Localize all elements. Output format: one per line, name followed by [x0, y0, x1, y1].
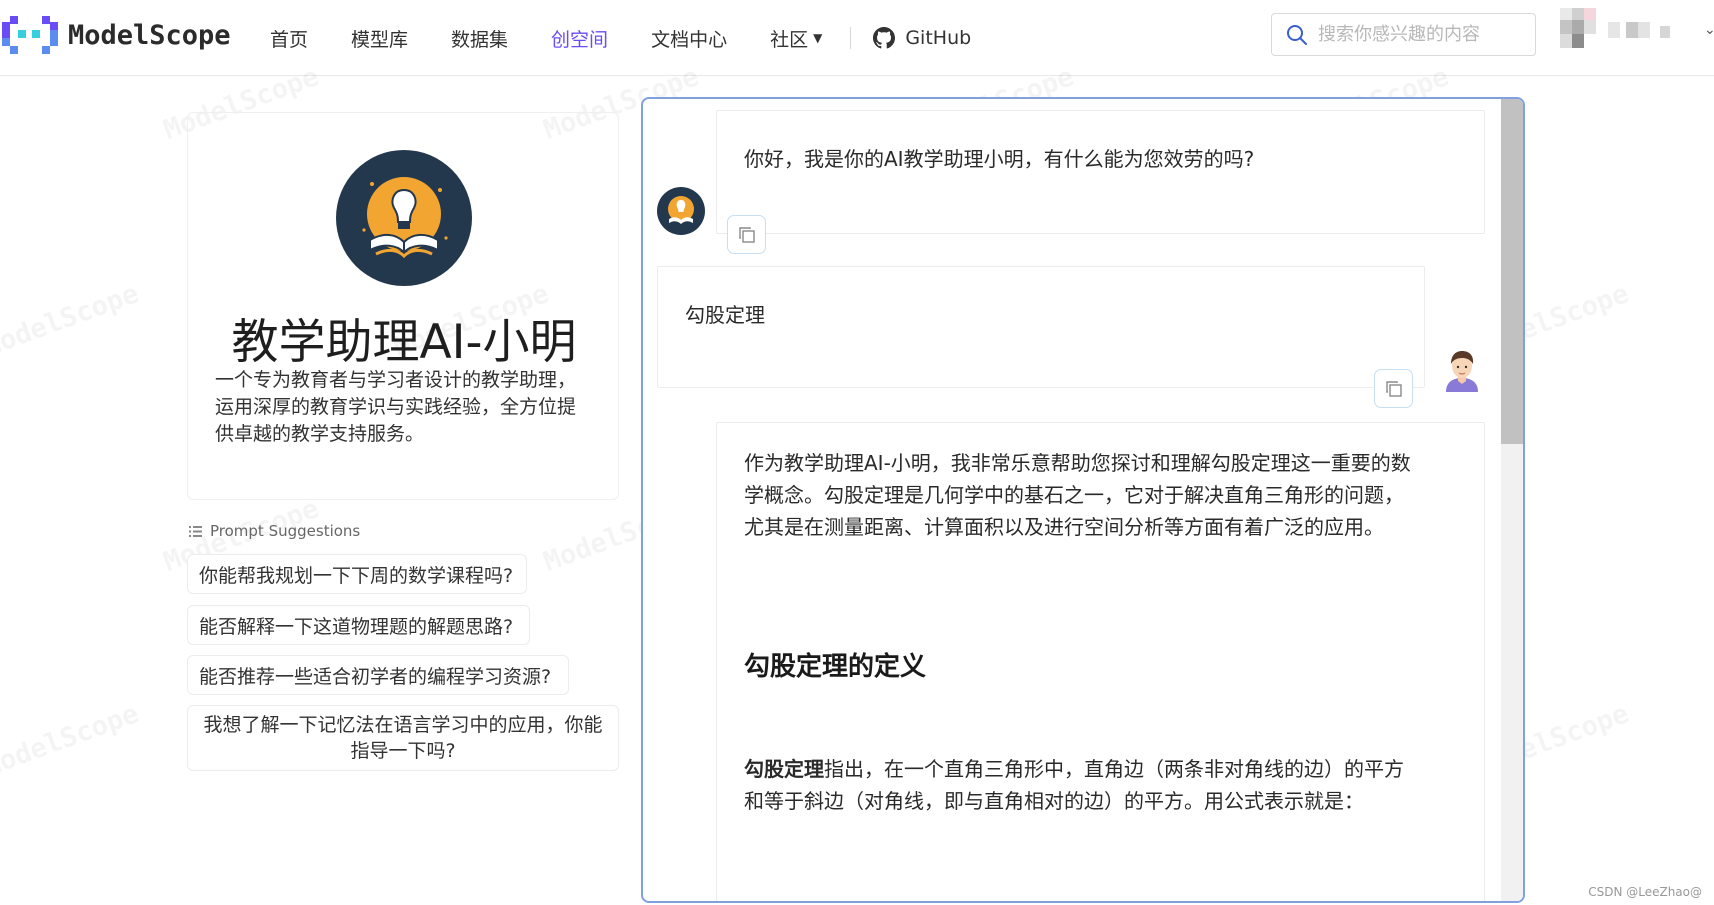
assistant-title: 教学助理AI-小明 — [231, 315, 577, 370]
list-icon — [189, 525, 202, 537]
prompt-suggestion-chip[interactable]: 能否推荐一些适合初学者的编程学习资源? — [187, 655, 569, 695]
copy-button[interactable] — [727, 215, 766, 254]
nav-datasets[interactable]: 数据集 — [451, 25, 508, 52]
bot-reply-intro: 作为教学助理AI-小明，我非常乐意帮助您探讨和理解勾股定理这一重要的数学概念。勾… — [744, 451, 1411, 539]
prompt-suggestion-chip[interactable]: 我想了解一下记忆法在语言学习中的应用，你能指导一下吗? — [187, 705, 619, 771]
chat-panel[interactable]: 你好，我是你的AI教学助理小明，有什么能为您效劳的吗? 勾股定理 作为教学助理A… — [641, 97, 1525, 903]
nav-home[interactable]: 首页 — [270, 25, 308, 52]
github-icon — [873, 27, 896, 49]
nav-docs[interactable]: 文档中心 — [651, 25, 727, 52]
watermark: ModelScope — [0, 278, 143, 363]
copy-icon — [738, 226, 755, 243]
bot-reply-definition-term: 勾股定理 — [744, 757, 824, 781]
bot-reply-definition-text: 指出，在一个直角三角形中，直角边（两条非对角线的边）的平方和等于斜边（对角线，即… — [744, 757, 1404, 813]
search-input[interactable] — [1318, 24, 1518, 45]
nav-community-label: 社区 — [770, 28, 809, 51]
chat-scrollbar[interactable] — [1501, 99, 1523, 901]
prompt-suggestion-chip[interactable]: 你能帮我规划一下下周的数学课程吗? — [187, 554, 527, 594]
copy-icon — [1385, 380, 1402, 397]
main-nav: 首页 模型库 数据集 创空间 文档中心 社区 ▼ GitHub — [270, 0, 1014, 76]
chat-scrollbar-thumb[interactable] — [1501, 99, 1523, 444]
modelscope-logo-icon — [2, 16, 58, 54]
nav-divider — [850, 27, 852, 49]
user-avatar-pixelated[interactable] — [1560, 8, 1705, 58]
watermark: ModelScope — [0, 698, 143, 783]
search-icon — [1287, 24, 1307, 45]
prompt-suggestions-header: Prompt Suggestions — [189, 522, 360, 540]
bot-reply-bubble: 作为教学助理AI-小明，我非常乐意帮助您探讨和理解勾股定理这一重要的数学概念。勾… — [716, 422, 1485, 901]
brand-name: ModelScope — [68, 19, 231, 51]
search-box[interactable] — [1271, 13, 1536, 56]
nav-github[interactable]: GitHub — [873, 27, 971, 49]
assistant-profile-card: 教学助理AI-小明 一个专为教育者与学习者设计的教学助理，运用深厚的教育学识与实… — [187, 112, 619, 500]
nav-studios[interactable]: 创空间 — [551, 25, 608, 52]
nav-models[interactable]: 模型库 — [351, 25, 408, 52]
prompt-suggestions-label: Prompt Suggestions — [210, 522, 361, 540]
user-menu-chevron-icon[interactable]: ⌄ — [1704, 22, 1714, 38]
nav-github-label: GitHub — [905, 27, 972, 49]
modelscope-logo[interactable]: ModelScope — [2, 16, 231, 54]
bot-reply-heading: 勾股定理的定义 — [744, 652, 927, 682]
user-message-bubble: 勾股定理 — [657, 266, 1425, 388]
user-avatar-icon — [1446, 351, 1478, 392]
bot-greeting-bubble: 你好，我是你的AI教学助理小明，有什么能为您效劳的吗? — [716, 110, 1485, 234]
prompt-suggestion-chip[interactable]: 能否解释一下这道物理题的解题思路? — [187, 605, 530, 645]
caret-down-icon: ▼ — [813, 31, 823, 45]
bot-reply-definition: 勾股定理指出，在一个直角三角形中，直角边（两条非对角线的边）的平方和等于斜边（对… — [744, 753, 1414, 817]
top-navigation-bar: ModelScope 首页 模型库 数据集 创空间 文档中心 社区 ▼ GitH… — [0, 0, 1714, 76]
user-message-text: 勾股定理 — [685, 303, 765, 327]
nav-community[interactable]: 社区 ▼ — [770, 25, 822, 52]
copy-button[interactable] — [1374, 369, 1413, 408]
bot-avatar-book-lightbulb-icon — [336, 150, 472, 286]
assistant-description: 一个专为教育者与学习者设计的教学助理，运用深厚的教育学识与实践经验，全方位提供卓… — [215, 369, 577, 445]
bot-avatar-icon — [657, 187, 705, 235]
bot-greeting-text: 你好，我是你的AI教学助理小明，有什么能为您效劳的吗? — [744, 147, 1255, 171]
footer-credit: CSDN @LeeZhao@ — [1588, 885, 1702, 899]
